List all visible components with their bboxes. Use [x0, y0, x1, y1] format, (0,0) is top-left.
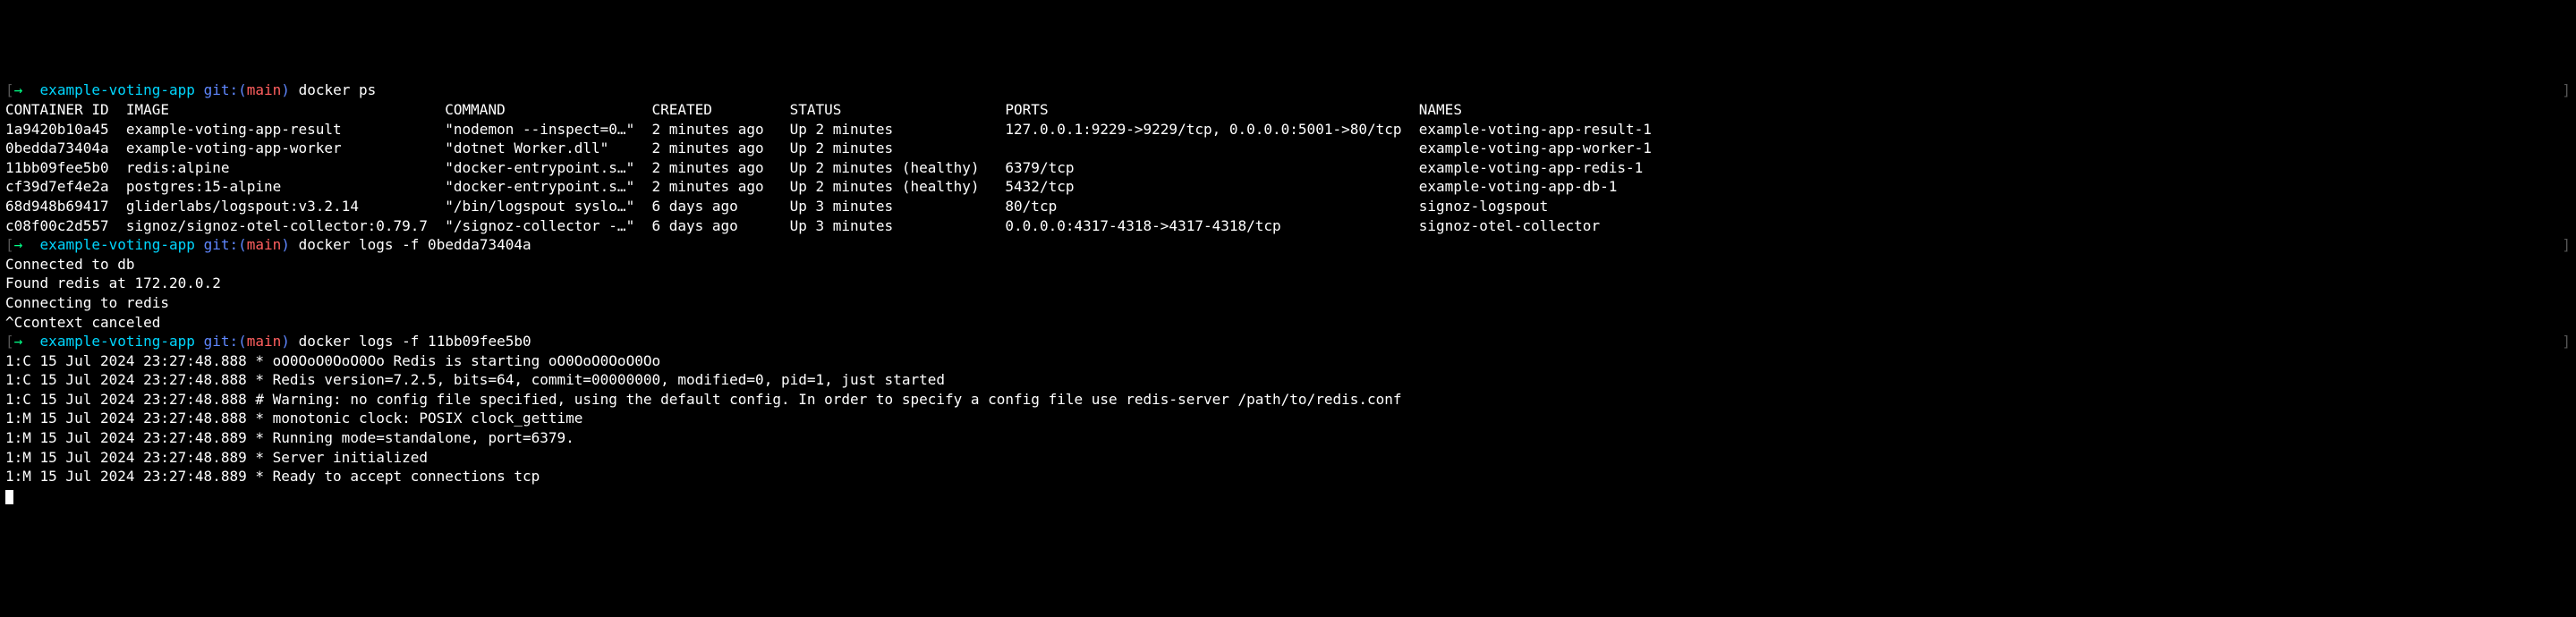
prompt-arrow-icon: → — [14, 81, 23, 98]
bracket-left-icon: [ — [5, 333, 14, 350]
cursor-icon — [5, 490, 13, 504]
table-row: 68d948b69417 gliderlabs/logspout:v3.2.14… — [5, 197, 2571, 216]
bracket-right-icon: ] — [2562, 332, 2571, 351]
table-row: c08f00c2d557 signoz/signoz-otel-collecto… — [5, 216, 2571, 236]
log-line: 1:M 15 Jul 2024 23:27:48.889 * Ready to … — [5, 467, 2571, 486]
log-line: ^Ccontext canceled — [5, 313, 2571, 333]
prompt-dir: example-voting-app — [40, 333, 195, 350]
prompt-git-close: ) — [281, 81, 290, 98]
log-line: Connecting to redis — [5, 293, 2571, 313]
log-line: 1:C 15 Jul 2024 23:27:48.888 # Warning: … — [5, 390, 2571, 410]
prompt-git-label: git:( — [204, 333, 247, 350]
cursor-line — [5, 486, 2571, 506]
terminal-output[interactable]: [→ example-voting-app git:(main) docker … — [5, 80, 2571, 505]
prompt-dir: example-voting-app — [40, 81, 195, 98]
prompt-arrow-icon: → — [14, 236, 23, 253]
log-line: 1:C 15 Jul 2024 23:27:48.888 * Redis ver… — [5, 370, 2571, 390]
log-line: Found redis at 172.20.0.2 — [5, 274, 2571, 293]
log-line: 1:M 15 Jul 2024 23:27:48.889 * Running m… — [5, 428, 2571, 448]
log-line: Connected to db — [5, 255, 2571, 275]
bracket-right-icon: ] — [2562, 235, 2571, 255]
table-row: 1a9420b10a45 example-voting-app-result "… — [5, 120, 2571, 139]
prompt-git-label: git:( — [204, 236, 247, 253]
prompt-command: docker logs -f 11bb09fee5b0 — [299, 333, 531, 350]
log-line: 1:M 15 Jul 2024 23:27:48.889 * Server in… — [5, 448, 2571, 468]
prompt-line: [→ example-voting-app git:(main) docker … — [5, 332, 2571, 351]
prompt-line: [→ example-voting-app git:(main) docker … — [5, 235, 2571, 255]
table-row: 11bb09fee5b0 redis:alpine "docker-entryp… — [5, 158, 2571, 178]
prompt-command: docker logs -f 0bedda73404a — [299, 236, 531, 253]
table-row: 0bedda73404a example-voting-app-worker "… — [5, 139, 2571, 158]
prompt-git-close: ) — [281, 236, 290, 253]
ps-header: CONTAINER ID IMAGE COMMAND CREATED STATU… — [5, 100, 2571, 120]
prompt-command: docker ps — [299, 81, 377, 98]
log-line: 1:C 15 Jul 2024 23:27:48.888 * oO0OoO0Oo… — [5, 351, 2571, 371]
bracket-right-icon: ] — [2562, 80, 2571, 100]
prompt-branch: main — [247, 236, 282, 253]
prompt-arrow-icon: → — [14, 333, 23, 350]
prompt-line: [→ example-voting-app git:(main) docker … — [5, 80, 2571, 100]
prompt-git-close: ) — [281, 333, 290, 350]
prompt-dir: example-voting-app — [40, 236, 195, 253]
log-line: 1:M 15 Jul 2024 23:27:48.888 * monotonic… — [5, 409, 2571, 428]
bracket-left-icon: [ — [5, 81, 14, 98]
table-row: cf39d7ef4e2a postgres:15-alpine "docker-… — [5, 177, 2571, 197]
bracket-left-icon: [ — [5, 236, 14, 253]
prompt-branch: main — [247, 333, 282, 350]
prompt-git-label: git:( — [204, 81, 247, 98]
prompt-branch: main — [247, 81, 282, 98]
